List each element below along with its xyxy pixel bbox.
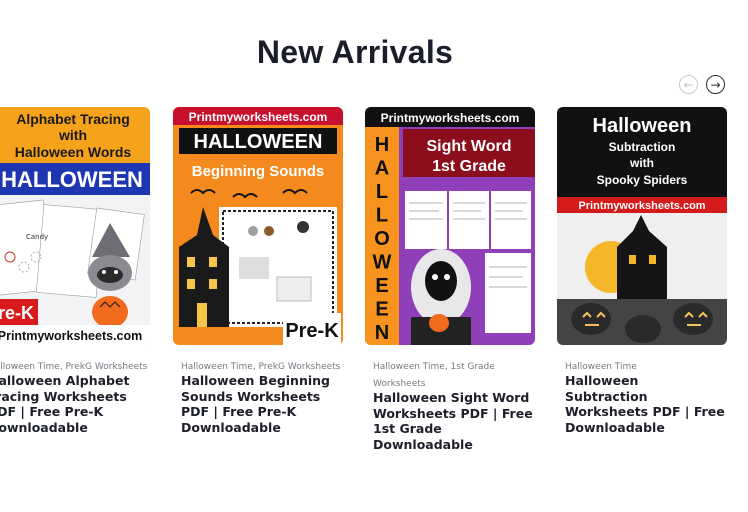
section-title: New Arrivals <box>256 34 454 70</box>
thumb-text: Printmyworksheets.com <box>0 329 142 343</box>
thumb-text: Alphabet Tracing <box>16 111 130 127</box>
product-title[interactable]: Halloween Sight Word Worksheets PDF | Fr… <box>373 390 533 452</box>
thumb-text: Printmyworksheets.com <box>381 111 520 125</box>
arrow-right-icon: → <box>710 77 721 92</box>
thumb-text: Pre-K <box>285 320 339 342</box>
thumb-text: Halloween <box>593 115 692 137</box>
arrow-left-icon: ← <box>683 77 694 92</box>
thumb-text: Sight Word <box>426 138 511 155</box>
thumb-text: HALLOWEEN <box>194 131 323 153</box>
product-thumbnail[interactable]: Printmyworksheets.com HALLOWEEN Sight Wo… <box>365 107 535 345</box>
thumb-text: Halloween Words <box>15 144 132 160</box>
thumb-text: HALLOWEEN <box>1 167 143 192</box>
thumb-text: Printmyworksheets.com <box>189 110 328 124</box>
product-title[interactable]: Halloween Subtraction Worksheets PDF | F… <box>565 373 725 435</box>
thumb-text: Beginning Sounds <box>192 163 325 180</box>
thumb-text: 1st Grade <box>432 158 506 175</box>
thumb-text: Subtraction <box>609 140 676 154</box>
thumb-text: Pre-K <box>0 303 34 323</box>
thumb-text: Spooky Spiders <box>597 173 688 187</box>
thumb-text: Printmyworksheets.com <box>578 200 705 212</box>
carousel-next-button[interactable]: → <box>706 75 725 94</box>
product-thumbnail[interactable]: Halloween Subtraction with Spooky Spider… <box>557 107 727 345</box>
carousel-prev-button[interactable]: ← <box>679 75 698 94</box>
thumb-text: Candy <box>26 233 48 241</box>
product-thumbnail[interactable]: Printmyworksheets.com HALLOWEEN Beginnin… <box>173 107 343 345</box>
product-title[interactable]: Halloween Beginning Sounds Worksheets PD… <box>181 373 341 435</box>
product-title[interactable]: Halloween Alphabet Tracing Worksheets PD… <box>0 373 148 435</box>
product-categories[interactable]: Halloween Time, 1st Grade Worksheets <box>373 359 533 393</box>
thumb-text: with <box>629 156 654 170</box>
product-thumbnail[interactable]: Alphabet Tracing with Halloween Words HA… <box>0 107 150 345</box>
thumb-text: with <box>58 127 87 143</box>
